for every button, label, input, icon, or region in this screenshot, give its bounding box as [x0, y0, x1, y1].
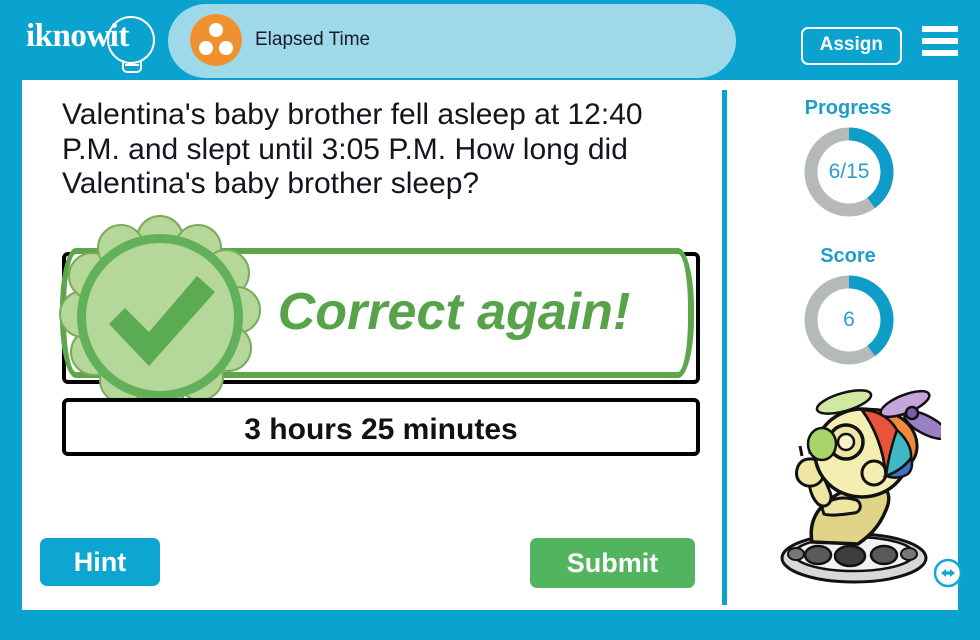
three-dots-circle-icon [190, 14, 242, 66]
score-value: 6 [843, 308, 855, 331]
lightbulb-icon [107, 16, 155, 64]
progress-value: 6/15 [828, 160, 870, 183]
hint-button[interactable]: Hint [40, 538, 160, 586]
menu-bar [922, 50, 958, 56]
topic-dot [209, 23, 223, 37]
menu-bar [922, 38, 958, 44]
submit-button[interactable]: Submit [530, 538, 695, 588]
topic-dot [219, 41, 233, 55]
score-ring: 6 [801, 272, 897, 368]
vertical-divider [722, 90, 727, 605]
iknowit-logo[interactable]: iknowit [26, 14, 161, 73]
lightbulb-base-icon [122, 60, 142, 73]
answer-box[interactable]: 3 hours 25 minutes [62, 398, 700, 456]
checkmark-icon [109, 276, 215, 366]
hamburger-menu-icon[interactable] [922, 26, 958, 56]
topic-pill [168, 4, 736, 78]
progress-ring: 6/15 [801, 124, 897, 220]
score-label: Score [820, 245, 876, 267]
progress-label: Progress [804, 97, 892, 119]
answer-value: 3 hours 25 minutes [244, 413, 518, 446]
question-text: Valentina's baby brother fell asleep at … [62, 98, 643, 200]
content-card: Valentina's baby brother fell asleep at … [22, 80, 963, 610]
assign-button[interactable]: Assign [800, 27, 902, 65]
menu-bar [922, 26, 958, 32]
topic-title: Elapsed Time [255, 29, 371, 50]
horizontal-resize-icon[interactable] [933, 558, 963, 588]
checkmark-seal-icon [59, 215, 261, 418]
app-window: iknowit Elapsed Time Assign Valentina's … [0, 0, 980, 640]
alien-mascot-icon [780, 389, 941, 584]
stats-rail: Progress 6/15 Score 6 [738, 80, 963, 610]
lightbulb-filament-icon [125, 64, 139, 66]
topic-dot [199, 41, 213, 55]
feedback-banner: Correct again! [59, 215, 700, 415]
app-header: iknowit Elapsed Time Assign [0, 0, 980, 80]
